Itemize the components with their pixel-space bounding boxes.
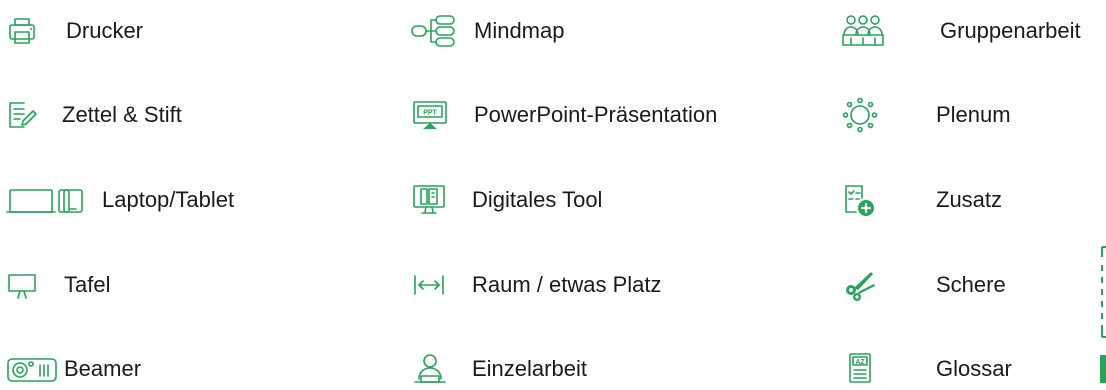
legend-label: Schere <box>936 272 1006 297</box>
legend-item-powerpoint: PPT PowerPoint-Präsentation <box>410 98 717 132</box>
single-work-icon <box>410 352 472 386</box>
legend-label: Mindmap <box>474 18 565 43</box>
paper-pen-icon <box>6 99 62 131</box>
legend-item-glossar: AZ Glossar <box>840 352 1012 386</box>
legend-label: Einzelarbeit <box>472 356 587 381</box>
board-icon <box>6 269 64 301</box>
legend-label: Glossar <box>936 356 1012 381</box>
glossary-icon: AZ <box>840 352 936 386</box>
laptop-tablet-icon <box>6 184 102 216</box>
legend-item-schere: Schere <box>840 268 1006 302</box>
presentation-icon: PPT <box>410 99 474 131</box>
legend-item-plenum: Plenum <box>840 97 1011 133</box>
legend-label: Digitales Tool <box>472 187 603 212</box>
legend-item-digitales-tool: Digitales Tool <box>410 183 602 217</box>
legend-label: Raum / etwas Platz <box>472 272 662 297</box>
legend-item-beamer: Beamer <box>6 352 141 386</box>
glossary-letters: AZ <box>855 359 865 366</box>
legend-item-einzelarbeit: Einzelarbeit <box>410 352 587 386</box>
legend-label: Laptop/Tablet <box>102 187 235 212</box>
legend-item-drucker: Drucker <box>6 14 143 48</box>
legend-label: PowerPoint-Präsentation <box>474 102 718 127</box>
scissors-icon <box>840 268 936 302</box>
ppt-text: PPT <box>423 110 437 117</box>
legend-item-zettel-stift: Zettel & Stift <box>6 98 182 132</box>
legend-item-raum: Raum / etwas Platz <box>410 268 662 302</box>
legend-label: Zusatz <box>936 187 1003 212</box>
legend-item-gruppenarbeit: Gruppenarbeit <box>840 14 1081 48</box>
group-work-icon <box>840 14 940 48</box>
legend-label: Drucker <box>66 18 144 43</box>
legend-item-tafel: Tafel <box>6 268 110 302</box>
legend-item-laptop-tablet: Laptop/Tablet <box>6 183 234 217</box>
extra-icon <box>840 182 936 218</box>
legend-label: Gruppenarbeit <box>940 18 1081 43</box>
legend-label: Beamer <box>64 356 142 381</box>
projector-icon <box>6 353 64 385</box>
plenum-icon <box>840 97 936 133</box>
edge-decoration <box>1098 245 1106 385</box>
digital-tool-icon <box>410 183 472 217</box>
legend-label: Plenum <box>936 102 1011 127</box>
legend-label: Tafel <box>64 272 111 297</box>
legend-label: Zettel & Stift <box>62 102 182 127</box>
legend-item-zusatz: Zusatz <box>840 183 1002 217</box>
space-icon <box>410 269 472 301</box>
legend-item-mindmap: Mindmap <box>410 14 564 48</box>
printer-icon <box>6 15 66 47</box>
mindmap-icon <box>410 14 474 48</box>
